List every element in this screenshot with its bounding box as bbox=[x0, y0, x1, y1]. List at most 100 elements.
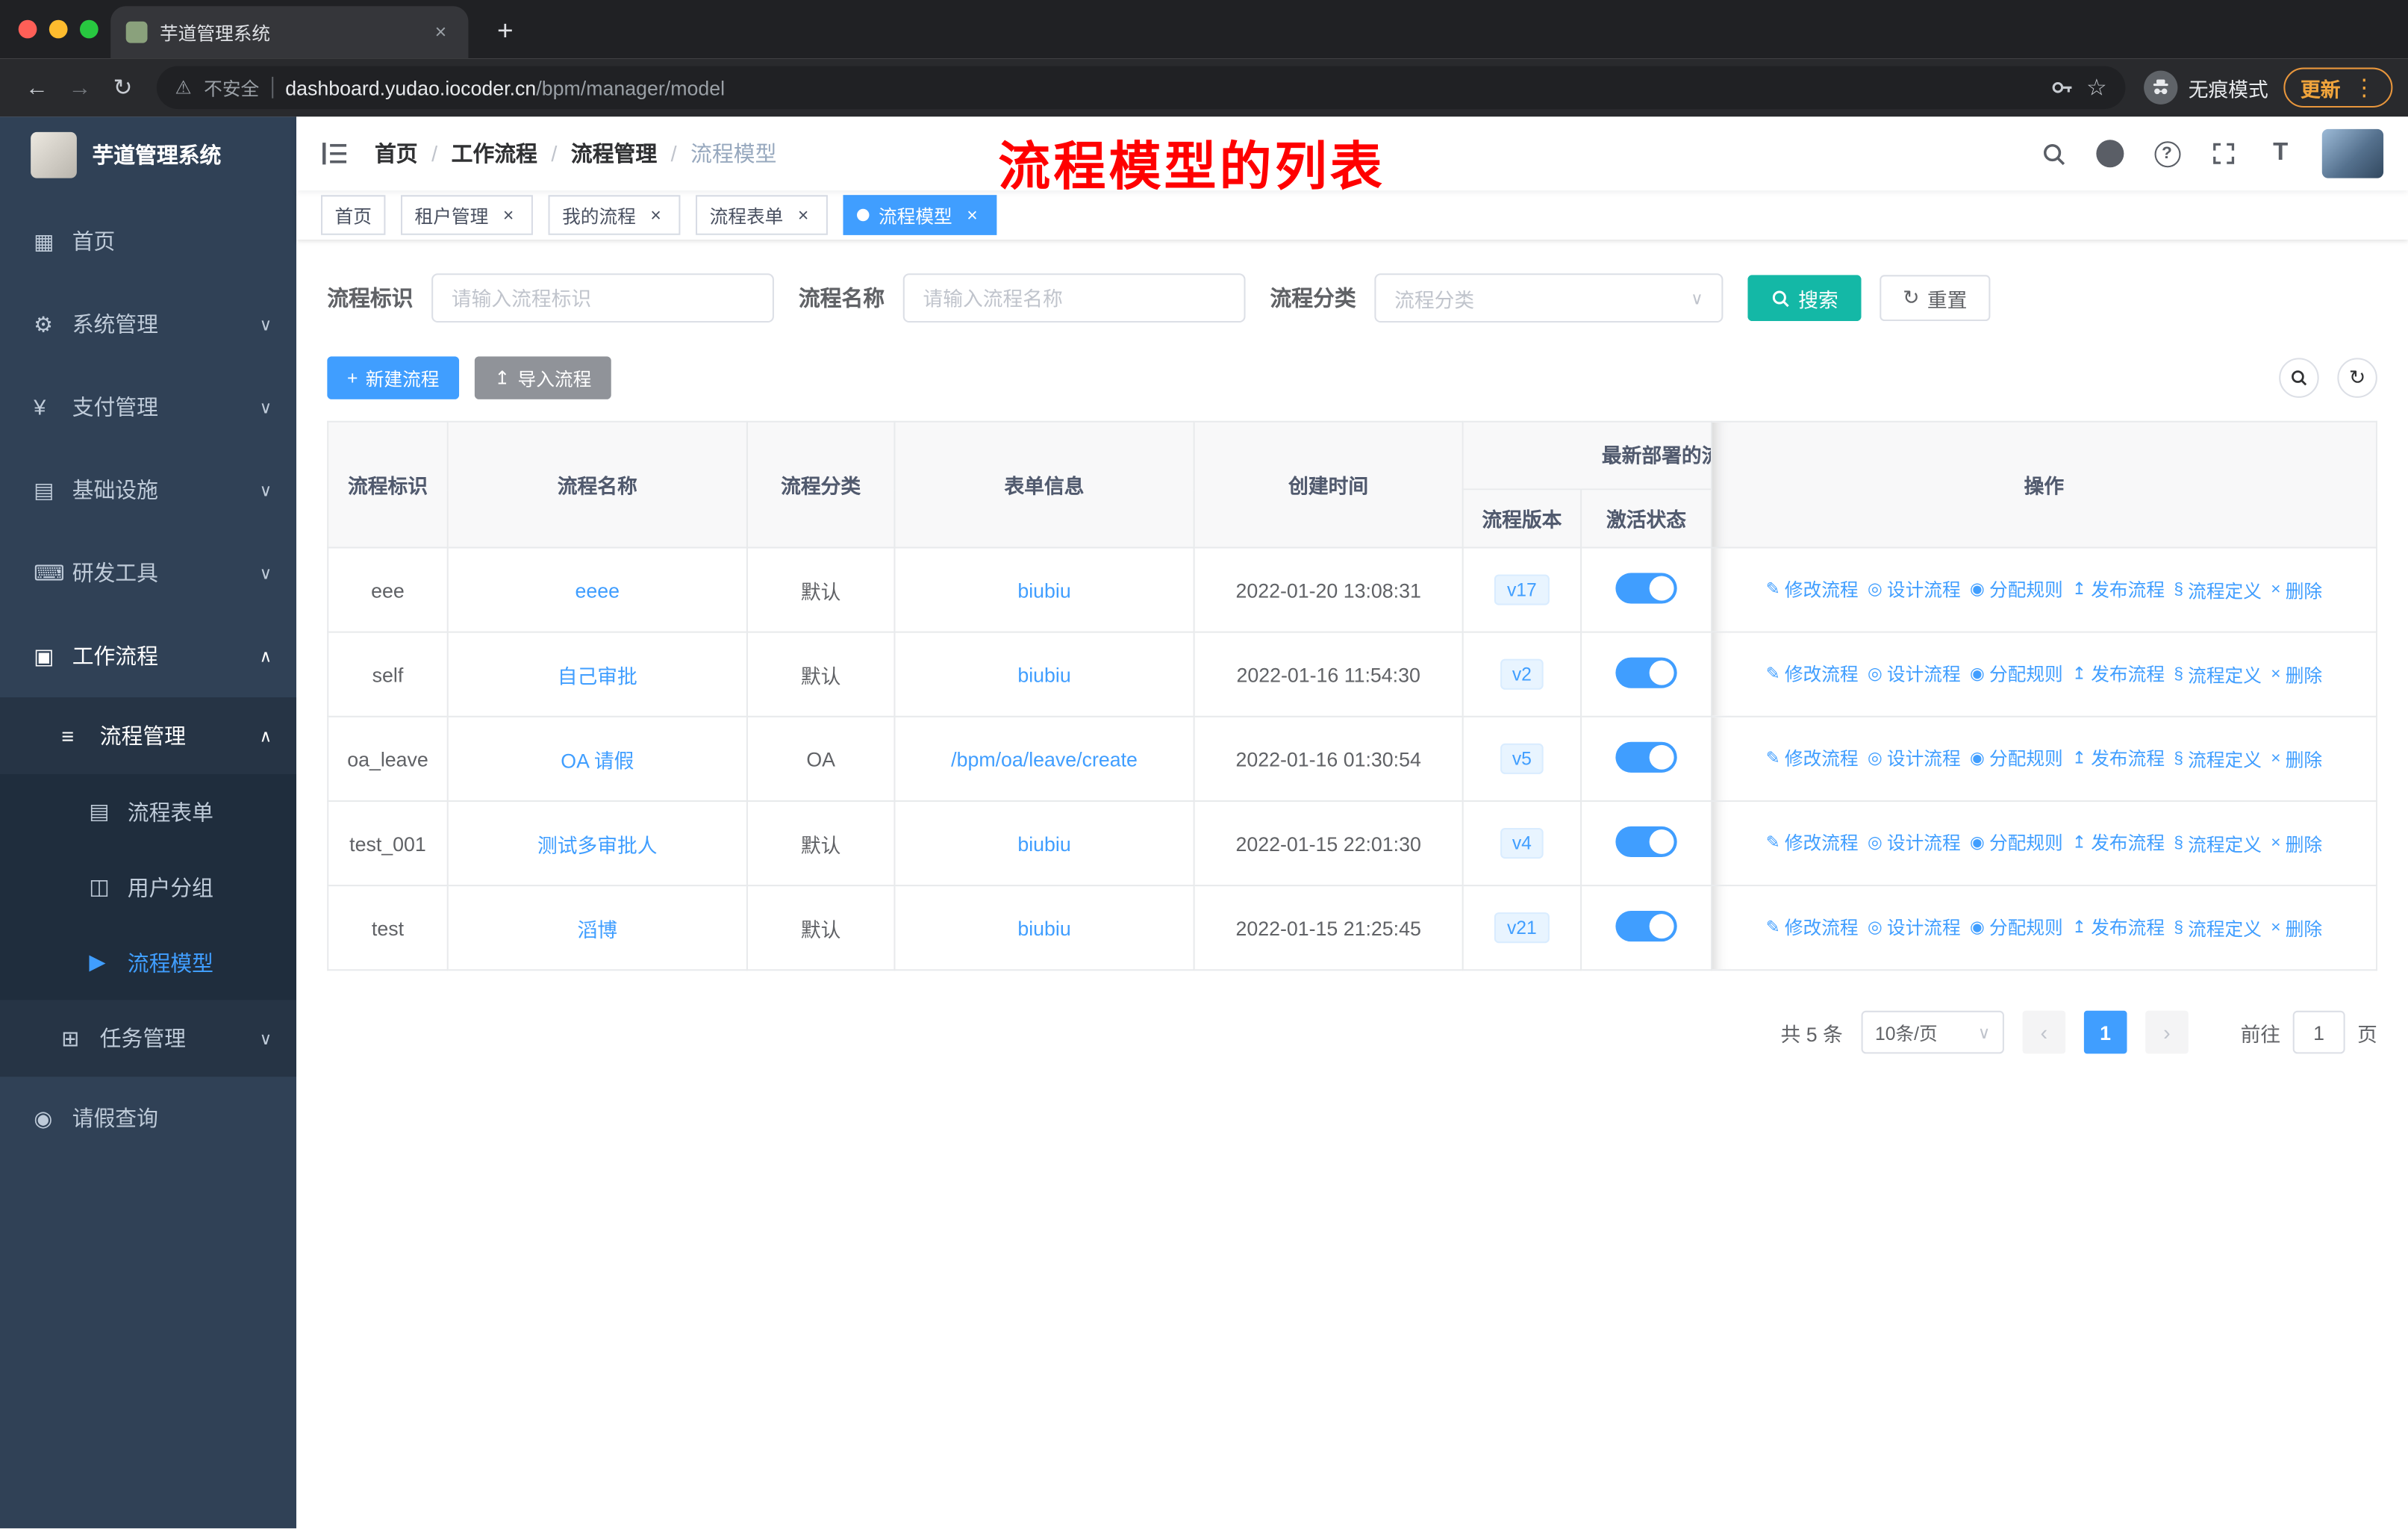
tag-close-icon[interactable]: × bbox=[961, 205, 983, 226]
active-toggle[interactable] bbox=[1615, 656, 1677, 688]
delete-link[interactable]: × 删除 bbox=[2271, 661, 2322, 688]
sidebar-item-home[interactable]: ▦ 首页 bbox=[0, 199, 296, 282]
modify-process-link[interactable]: ✎ 修改流程 bbox=[1766, 661, 1859, 687]
process-name-link[interactable]: eeee bbox=[576, 579, 620, 602]
form-info-link[interactable]: biubiu bbox=[1017, 663, 1070, 686]
assign-rule-link[interactable]: ◉ 分配规则 bbox=[1970, 576, 2063, 602]
password-key-icon[interactable] bbox=[2050, 75, 2074, 100]
form-info-link[interactable]: biubiu bbox=[1017, 916, 1070, 939]
process-name-link[interactable]: OA 请假 bbox=[561, 749, 634, 772]
maximize-window-button[interactable] bbox=[79, 19, 99, 39]
process-definition-link[interactable]: § 流程定义 bbox=[2174, 661, 2262, 688]
tag-process-model[interactable]: 流程模型 × bbox=[843, 195, 997, 235]
sidebar-fold-icon[interactable] bbox=[321, 138, 352, 169]
design-process-link[interactable]: ◎ 设计流程 bbox=[1868, 830, 1961, 856]
publish-process-link[interactable]: ↥ 发布流程 bbox=[2072, 915, 2165, 941]
tag-close-icon[interactable]: × bbox=[498, 205, 520, 226]
process-name-link[interactable]: 滔博 bbox=[578, 918, 618, 941]
bookmark-star-icon[interactable]: ☆ bbox=[2086, 74, 2107, 102]
modify-process-link[interactable]: ✎ 修改流程 bbox=[1766, 830, 1859, 856]
modify-process-link[interactable]: ✎ 修改流程 bbox=[1766, 915, 1859, 941]
goto-page-input[interactable] bbox=[2292, 1010, 2345, 1054]
active-toggle[interactable] bbox=[1615, 910, 1677, 941]
design-process-link[interactable]: ◎ 设计流程 bbox=[1868, 915, 1961, 941]
design-process-link[interactable]: ◎ 设计流程 bbox=[1868, 745, 1961, 771]
form-info-link[interactable]: biubiu bbox=[1017, 579, 1070, 602]
delete-link[interactable]: × 删除 bbox=[2271, 915, 2322, 941]
sidebar-item-process-model[interactable]: ▶ 流程模型 bbox=[0, 925, 296, 1000]
process-category-select[interactable]: 流程分类 ∨ bbox=[1374, 273, 1724, 323]
assign-rule-link[interactable]: ◉ 分配规则 bbox=[1970, 915, 2063, 941]
tab-close-icon[interactable]: × bbox=[428, 20, 453, 45]
active-toggle[interactable] bbox=[1615, 825, 1677, 857]
publish-process-link[interactable]: ↥ 发布流程 bbox=[2072, 576, 2165, 602]
form-info-link[interactable]: /bpm/oa/leave/create bbox=[951, 747, 1138, 770]
minimize-window-button[interactable] bbox=[49, 19, 68, 39]
publish-process-link[interactable]: ↥ 发布流程 bbox=[2072, 830, 2165, 856]
breadcrumb-home[interactable]: 首页 bbox=[375, 138, 418, 169]
next-page-button[interactable]: › bbox=[2145, 1010, 2189, 1054]
design-process-link[interactable]: ◎ 设计流程 bbox=[1868, 576, 1961, 602]
process-name-link[interactable]: 测试多审批人 bbox=[537, 833, 658, 856]
browser-menu-icon[interactable]: ⋮ bbox=[2353, 74, 2376, 102]
page-number-1[interactable]: 1 bbox=[2083, 1010, 2127, 1054]
assign-rule-link[interactable]: ◉ 分配规则 bbox=[1970, 745, 2063, 771]
sidebar-item-devtools[interactable]: ⌨ 研发工具 ∨ bbox=[0, 532, 296, 614]
sidebar-item-leave-query[interactable]: ◉ 请假查询 bbox=[0, 1077, 296, 1159]
sidebar-item-task-management[interactable]: ⊞ 任务管理 ∨ bbox=[0, 1000, 296, 1077]
browser-tab[interactable]: 芋道管理系统 × bbox=[110, 6, 469, 59]
delete-link[interactable]: × 删除 bbox=[2271, 746, 2322, 772]
process-definition-link[interactable]: § 流程定义 bbox=[2174, 746, 2262, 772]
sidebar-item-process-form[interactable]: ▤ 流程表单 bbox=[0, 774, 296, 850]
sidebar-item-infrastructure[interactable]: ▤ 基础设施 ∨ bbox=[0, 449, 296, 532]
breadcrumb-process-management[interactable]: 流程管理 bbox=[571, 138, 657, 169]
modify-process-link[interactable]: ✎ 修改流程 bbox=[1766, 576, 1859, 602]
address-bar[interactable]: ⚠ 不安全 dashboard.yudao.iocoder.cn/bpm/man… bbox=[156, 66, 2126, 110]
sidebar-item-process-management[interactable]: ≡ 流程管理 ∧ bbox=[0, 697, 296, 774]
form-info-link[interactable]: biubiu bbox=[1017, 832, 1070, 855]
process-definition-link[interactable]: § 流程定义 bbox=[2174, 577, 2262, 603]
tag-close-icon[interactable]: × bbox=[645, 205, 667, 226]
tag-tenant-management[interactable]: 租户管理 × bbox=[401, 195, 533, 235]
search-button[interactable]: 搜索 bbox=[1747, 275, 1862, 321]
process-definition-link[interactable]: § 流程定义 bbox=[2174, 915, 2262, 941]
search-icon[interactable] bbox=[2038, 138, 2068, 169]
reload-button[interactable]: ↻ bbox=[102, 66, 145, 109]
assign-rule-link[interactable]: ◉ 分配规则 bbox=[1970, 661, 2063, 687]
breadcrumb-workflow[interactable]: 工作流程 bbox=[452, 138, 537, 169]
sidebar-item-user-group[interactable]: ◫ 用户分组 bbox=[0, 850, 296, 925]
fullscreen-icon[interactable] bbox=[2209, 138, 2239, 169]
import-process-button[interactable]: ↥ 导入流程 bbox=[474, 356, 612, 399]
modify-process-link[interactable]: ✎ 修改流程 bbox=[1766, 745, 1859, 771]
font-size-icon[interactable]: T bbox=[2265, 138, 2296, 169]
forward-button[interactable]: → bbox=[58, 66, 102, 109]
help-icon[interactable]: ? bbox=[2151, 138, 2182, 169]
publish-process-link[interactable]: ↥ 发布流程 bbox=[2072, 745, 2165, 771]
active-toggle[interactable] bbox=[1615, 741, 1677, 772]
tag-home[interactable]: 首页 bbox=[320, 195, 386, 235]
sidebar-item-workflow[interactable]: ▣ 工作流程 ∧ bbox=[0, 614, 296, 697]
process-id-input[interactable] bbox=[431, 273, 774, 323]
github-icon[interactable] bbox=[2094, 138, 2125, 169]
process-name-input[interactable] bbox=[902, 273, 1246, 323]
process-name-link[interactable]: 自己审批 bbox=[558, 664, 637, 688]
new-tab-button[interactable]: + bbox=[484, 10, 527, 54]
back-button[interactable]: ← bbox=[16, 66, 59, 109]
delete-link[interactable]: × 删除 bbox=[2271, 831, 2322, 857]
page-size-select[interactable]: 10条/页 ∨ bbox=[1861, 1010, 2004, 1054]
refresh-table-button[interactable]: ↻ bbox=[2337, 358, 2377, 398]
sidebar-item-payment[interactable]: ¥ 支付管理 ∨ bbox=[0, 366, 296, 449]
tag-process-form[interactable]: 流程表单 × bbox=[696, 195, 829, 235]
process-definition-link[interactable]: § 流程定义 bbox=[2174, 831, 2262, 857]
user-avatar[interactable] bbox=[2321, 128, 2384, 178]
close-window-button[interactable] bbox=[18, 19, 37, 39]
tag-close-icon[interactable]: × bbox=[793, 205, 814, 226]
reset-button[interactable]: ↻ 重置 bbox=[1880, 275, 1991, 321]
publish-process-link[interactable]: ↥ 发布流程 bbox=[2072, 661, 2165, 687]
tag-my-process[interactable]: 我的流程 × bbox=[548, 195, 681, 235]
assign-rule-link[interactable]: ◉ 分配规则 bbox=[1970, 830, 2063, 856]
design-process-link[interactable]: ◎ 设计流程 bbox=[1868, 661, 1961, 687]
prev-page-button[interactable]: ‹ bbox=[2022, 1010, 2066, 1054]
active-toggle[interactable] bbox=[1615, 572, 1677, 603]
browser-update-button[interactable]: 更新 ⋮ bbox=[2283, 67, 2393, 108]
